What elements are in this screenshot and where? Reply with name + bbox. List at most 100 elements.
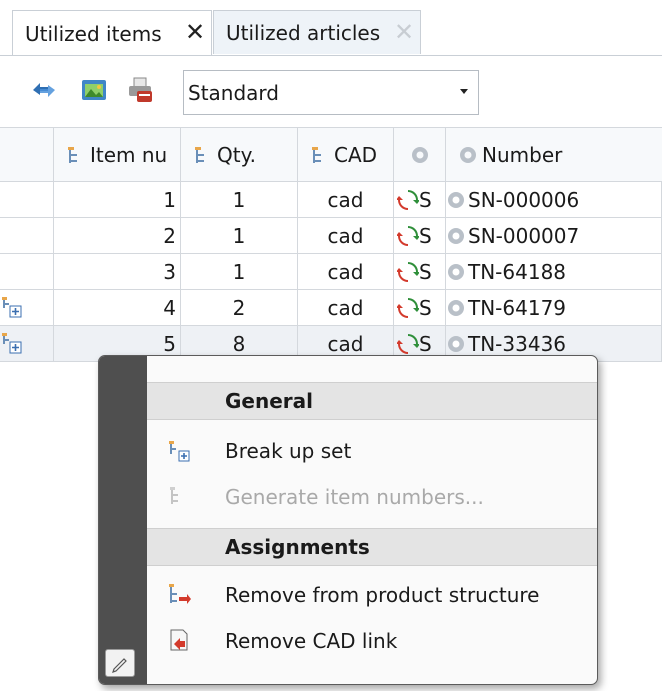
gear-icon — [460, 146, 476, 163]
tab-utilized-items[interactable]: Utilized items ✕ — [12, 10, 212, 56]
menu-item-remove-cad-link[interactable]: Remove CAD link — [147, 618, 597, 664]
status-cycle-icon — [397, 189, 419, 210]
status-text: S — [419, 259, 432, 284]
number-text: SN-000007 — [468, 223, 580, 248]
remove-structure-icon — [169, 584, 191, 604]
menu-item-remove-from-product-structure[interactable]: Remove from product structure — [147, 572, 597, 618]
generate-numbers-icon — [170, 487, 178, 504]
gear-icon — [411, 146, 428, 163]
column-label: Qty. — [217, 142, 256, 167]
item-tree-icon — [195, 146, 204, 163]
row-header-cell[interactable] — [0, 218, 54, 254]
status-cell[interactable]: S — [394, 254, 446, 290]
column-header-qty[interactable]: Qty. — [181, 127, 298, 182]
close-icon[interactable]: ✕ — [394, 20, 414, 44]
gear-icon — [448, 191, 464, 208]
number-cell[interactable]: SN-000006 — [446, 182, 662, 218]
qty-cell[interactable]: 2 — [181, 290, 298, 326]
menu-group-assignments: Assignments — [147, 528, 597, 566]
remove-cad-link-icon — [170, 629, 188, 651]
edit-pen-button[interactable] — [105, 649, 135, 677]
number-cell[interactable]: TN-64188 — [446, 254, 662, 290]
gear-icon — [448, 263, 464, 280]
menu-item-label: Remove from product structure — [225, 583, 540, 607]
column-header-status[interactable] — [394, 127, 446, 182]
gear-icon — [448, 335, 464, 352]
set-marker-icon — [2, 332, 22, 353]
tab-label: Utilized items — [25, 21, 162, 46]
view-select-value: Standard — [188, 80, 279, 105]
qty-cell[interactable]: 1 — [181, 254, 298, 290]
menu-group-title: General — [225, 389, 313, 413]
item-cell[interactable]: 3 — [54, 254, 181, 290]
column-header-number[interactable]: Number — [446, 127, 662, 182]
pencil-icon — [112, 658, 127, 673]
status-cycle-icon — [397, 297, 419, 318]
status-text: S — [419, 223, 432, 248]
qty-cell[interactable]: 1 — [181, 182, 298, 218]
menu-group-general: General — [147, 382, 597, 420]
status-cycle-icon — [397, 333, 419, 354]
column-label: Number — [482, 142, 563, 167]
item-cell[interactable]: 1 — [54, 182, 181, 218]
close-icon[interactable]: ✕ — [185, 20, 205, 44]
set-marker-icon — [2, 296, 22, 317]
column-header-item-number[interactable]: Item nu — [54, 127, 181, 182]
item-tree-icon — [68, 146, 77, 163]
gear-icon — [448, 299, 464, 316]
number-text: TN-64179 — [468, 295, 567, 320]
cad-cell[interactable]: cad — [298, 218, 394, 254]
status-cell[interactable]: S — [394, 218, 446, 254]
break-up-set-icon — [169, 441, 190, 462]
tab-strip: Utilized items ✕ Utilized articles ✕ — [0, 0, 662, 56]
column-label: Item nu — [90, 142, 168, 167]
row-header-corner — [0, 127, 54, 182]
item-tree-icon — [312, 146, 321, 163]
image-view-icon[interactable] — [80, 76, 108, 104]
row-header-cell[interactable] — [0, 290, 54, 326]
view-select[interactable]: Standard — [183, 70, 479, 115]
table-row[interactable]: 3 1 cad S TN-64188 — [0, 254, 662, 290]
cad-cell[interactable]: cad — [298, 290, 394, 326]
number-cell[interactable]: SN-000007 — [446, 218, 662, 254]
menu-group-title: Assignments — [225, 535, 370, 559]
cad-cell[interactable]: cad — [298, 254, 394, 290]
menu-item-label: Generate item numbers... — [225, 485, 484, 509]
tab-label: Utilized articles — [226, 20, 381, 45]
context-menu: General Break up set Generate item numbe… — [98, 355, 598, 685]
chevron-down-icon — [460, 89, 468, 94]
status-cycle-icon — [397, 261, 419, 282]
toolbar: Standard — [0, 55, 662, 128]
number-cell[interactable]: TN-64179 — [446, 290, 662, 326]
item-cell[interactable]: 4 — [54, 290, 181, 326]
item-cell[interactable]: 2 — [54, 218, 181, 254]
status-text: S — [419, 331, 432, 356]
status-cell[interactable]: S — [394, 290, 446, 326]
menu-icon-rail — [99, 356, 147, 684]
status-cycle-icon — [397, 225, 419, 246]
column-label: CAD — [334, 142, 378, 167]
number-text: TN-33436 — [468, 331, 567, 356]
tab-utilized-articles[interactable]: Utilized articles ✕ — [213, 10, 421, 54]
table-row[interactable]: 2 1 cad S SN-000007 — [0, 218, 662, 254]
status-text: S — [419, 187, 432, 212]
number-text: TN-64188 — [468, 259, 567, 284]
status-cell[interactable]: S — [394, 182, 446, 218]
qty-cell[interactable]: 1 — [181, 218, 298, 254]
menu-item-label: Remove CAD link — [225, 629, 398, 653]
row-header-cell[interactable] — [0, 182, 54, 218]
menu-item-label: Break up set — [225, 439, 352, 463]
refresh-icon[interactable] — [30, 76, 58, 104]
menu-item-break-up-set[interactable]: Break up set — [147, 428, 597, 474]
table-row[interactable]: 4 2 cad S TN-64179 — [0, 290, 662, 326]
row-header-cell[interactable] — [0, 254, 54, 290]
number-text: SN-000006 — [468, 187, 580, 212]
cad-cell[interactable]: cad — [298, 182, 394, 218]
print-pdf-icon[interactable] — [126, 76, 154, 104]
table-row[interactable]: 1 1 cad S SN-000006 — [0, 182, 662, 218]
status-text: S — [419, 295, 432, 320]
column-header-cad[interactable]: CAD — [298, 127, 394, 182]
gear-icon — [448, 227, 464, 244]
row-header-cell[interactable] — [0, 326, 54, 362]
menu-item-generate-item-numbers[interactable]: Generate item numbers... — [147, 474, 597, 520]
